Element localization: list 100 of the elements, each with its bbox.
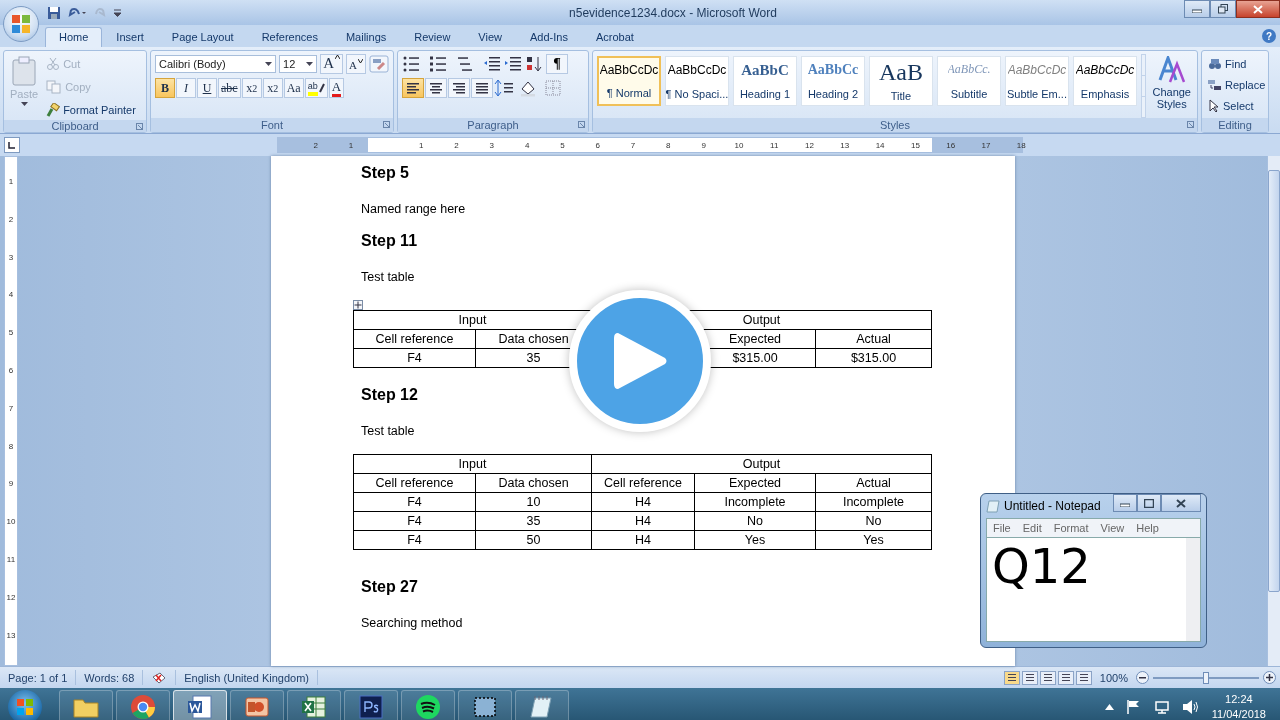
style-preset[interactable]: AaBbCc Heading 2	[801, 56, 865, 106]
highlight-button[interactable]: ab	[304, 78, 328, 98]
restore-button[interactable]	[1210, 0, 1236, 18]
vertical-scrollbar[interactable]	[1186, 538, 1200, 641]
language[interactable]: English (United Kingdom)	[176, 670, 318, 685]
browser-icon	[130, 693, 156, 720]
style-preset[interactable]: AaBbCcDc Subtle Em...	[1005, 56, 1069, 106]
dialog-launcher-icon[interactable]	[136, 123, 143, 130]
ruler-number: 1	[418, 140, 425, 150]
align-button[interactable]	[425, 78, 447, 98]
close-button[interactable]	[1161, 494, 1201, 512]
ribbon-tab[interactable]: Acrobat	[581, 27, 648, 47]
zoom-level[interactable]: 100%	[1091, 671, 1136, 684]
style-preset[interactable]: AaBbCc. Subtitle	[937, 56, 1001, 106]
zoom-in-button[interactable]	[1263, 671, 1276, 684]
clear-formatting-icon[interactable]	[369, 55, 389, 73]
dialog-launcher-icon[interactable]	[1187, 121, 1194, 128]
decrease-indent-icon[interactable]	[483, 55, 501, 73]
group-label: Font	[261, 119, 283, 131]
outline-icon[interactable]	[1057, 670, 1074, 685]
column-header: Data chosen	[498, 332, 569, 346]
ribbon-tab[interactable]: References	[247, 27, 332, 47]
taskbar-app[interactable]	[287, 689, 341, 720]
draft-icon[interactable]	[1075, 670, 1092, 685]
print-layout-icon[interactable]	[1003, 670, 1020, 685]
font-size-field[interactable]: 12	[279, 55, 318, 73]
vertical-scrollbar[interactable]	[1267, 156, 1280, 666]
notepad-icon	[529, 693, 555, 720]
style-preset[interactable]: AaBbCcDc Emphasis	[1073, 56, 1137, 106]
taskbar-app[interactable]	[458, 689, 512, 720]
network-icon[interactable]	[1153, 698, 1170, 715]
format-button[interactable]: abc	[218, 78, 241, 98]
style-preset[interactable]: AaBbCcDc ¶ No Spaci...	[665, 56, 729, 106]
format-button[interactable]: U	[197, 78, 217, 98]
menu-item[interactable]: Format	[1053, 522, 1089, 534]
font-name-field[interactable]: Calibri (Body)	[155, 55, 277, 73]
help-button[interactable]: ?	[1262, 29, 1276, 43]
save-icon[interactable]	[47, 5, 61, 20]
ribbon-tab[interactable]: View	[464, 27, 516, 47]
office-button[interactable]	[3, 6, 39, 42]
format-button[interactable]: Aa	[283, 78, 304, 98]
paintbrush-icon[interactable]	[46, 103, 61, 117]
menu-item[interactable]: File	[993, 522, 1011, 534]
menu-item[interactable]: Help	[1136, 522, 1159, 534]
align-button[interactable]	[471, 78, 493, 98]
replace-button[interactable]: Replace	[1206, 75, 1264, 95]
taskbar-app[interactable]	[116, 689, 170, 720]
painter-button[interactable]: Format Painter	[44, 100, 138, 120]
taskbar-app[interactable]	[59, 689, 113, 720]
format-button[interactable]: B	[155, 78, 175, 98]
table-cell: H4	[635, 514, 651, 528]
reading-layout-icon[interactable]	[1021, 670, 1038, 685]
clock-date[interactable]: 11/04/2018	[1211, 706, 1266, 720]
menu-item[interactable]: Edit	[1022, 522, 1042, 534]
style-preset[interactable]: AaB Title	[869, 56, 933, 106]
style-preset[interactable]: AaBbC Heading 1	[733, 56, 797, 106]
clock-time[interactable]: 12:24	[1211, 691, 1266, 707]
volume-icon[interactable]	[1181, 698, 1200, 715]
word-count[interactable]: Words: 68	[76, 670, 144, 685]
pointer-icon	[1208, 99, 1220, 113]
taskbar-app[interactable]	[515, 689, 569, 720]
clipboard-icon	[11, 56, 38, 86]
close-button[interactable]	[1236, 0, 1280, 18]
show-formatting-button[interactable]: ¶	[546, 54, 568, 74]
customize-toolbar-icon[interactable]	[113, 8, 122, 17]
show-hidden-icons-icon[interactable]	[1104, 703, 1114, 710]
style-preset[interactable]: AaBbCcDc ¶ Normal	[597, 56, 661, 106]
proofing-icon[interactable]	[151, 670, 168, 685]
font-color-button[interactable]: A	[328, 78, 345, 98]
shrink-font-button[interactable]: A	[346, 54, 366, 74]
ribbon-tab[interactable]: Insert	[102, 27, 158, 47]
zoom-out-button[interactable]	[1136, 671, 1149, 684]
tab-selector[interactable]	[4, 137, 20, 153]
ribbon-tab[interactable]: Home	[45, 27, 103, 47]
ribbon-tab[interactable]: Page Layout	[157, 27, 248, 47]
find-button[interactable]: Find	[1206, 54, 1264, 74]
ribbon-tab[interactable]: Mailings	[331, 27, 401, 47]
menu-item[interactable]: View	[1100, 522, 1125, 534]
flag-icon[interactable]	[1125, 698, 1142, 715]
ribbon-tab[interactable]: Review	[400, 27, 465, 47]
dialog-launcher-icon[interactable]	[578, 121, 585, 128]
maximize-button[interactable]	[1137, 494, 1161, 512]
align-button[interactable]	[448, 78, 470, 98]
select-button[interactable]: Select	[1206, 96, 1264, 116]
start-button[interactable]	[8, 689, 42, 720]
column-header: Cell reference	[375, 332, 454, 346]
ribbon-tab[interactable]: Add-Ins	[516, 27, 582, 47]
page-count[interactable]: Page: 1 of 1	[0, 670, 77, 685]
align-button[interactable]	[402, 78, 424, 98]
web-layout-icon[interactable]	[1039, 670, 1056, 685]
change-styles-button[interactable]: Change Styles	[1150, 54, 1193, 118]
sort-icon[interactable]	[525, 55, 543, 73]
format-button[interactable]: I	[176, 78, 196, 98]
taskbar-app[interactable]	[173, 689, 227, 720]
taskbar-app[interactable]	[401, 689, 455, 720]
table-move-handle-icon[interactable]	[353, 300, 363, 310]
dialog-launcher-icon[interactable]	[383, 121, 390, 128]
grow-font-button[interactable]: A	[320, 54, 344, 74]
taskbar-app[interactable]	[344, 689, 398, 720]
increase-indent-icon[interactable]	[504, 55, 522, 73]
